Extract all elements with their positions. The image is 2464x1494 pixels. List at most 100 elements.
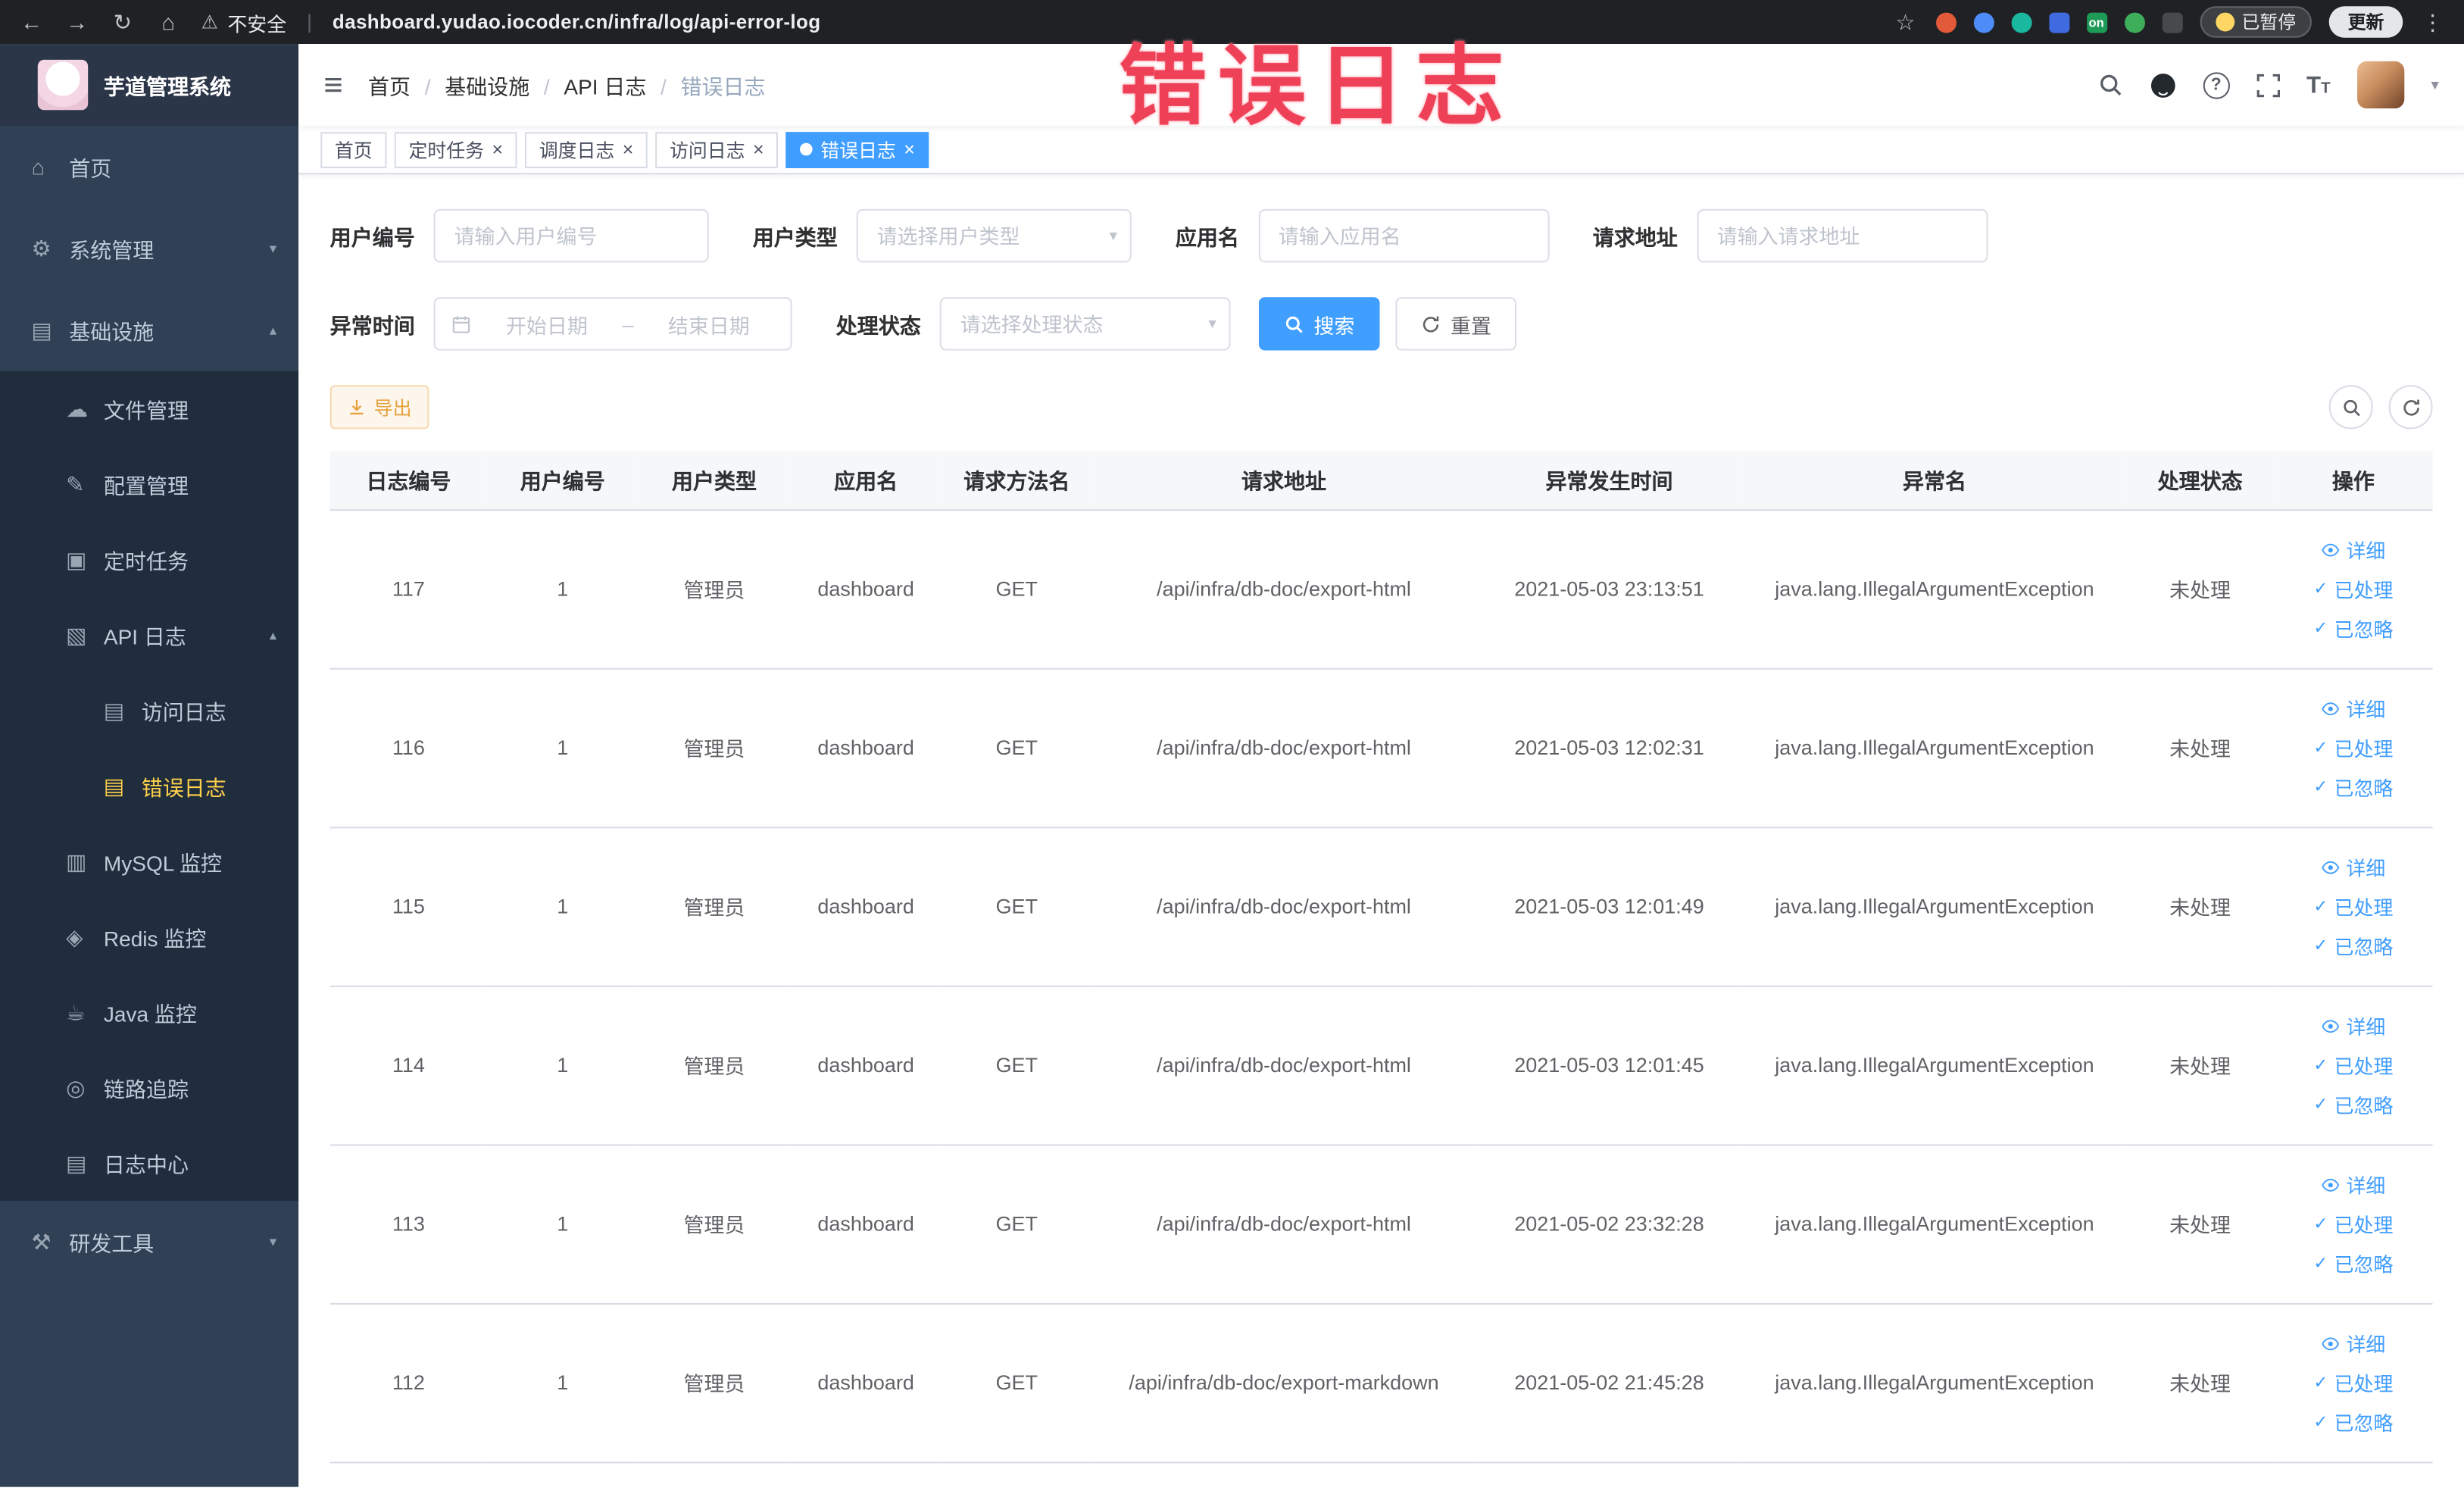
reset-button[interactable]: 重置 bbox=[1395, 297, 1517, 351]
extension-icon[interactable] bbox=[2010, 11, 2031, 33]
sidebar-item-config-manage[interactable]: ✎ 配置管理 bbox=[0, 446, 298, 522]
extension-icon[interactable] bbox=[1972, 11, 1994, 33]
breadcrumb-item[interactable]: 首页 bbox=[368, 69, 411, 100]
sidebar-item-system[interactable]: ⚙ 系统管理 ▾ bbox=[0, 208, 298, 289]
font-size-icon[interactable]: TT bbox=[2306, 73, 2331, 96]
user-id-input[interactable] bbox=[433, 208, 709, 263]
cell-actions: 详细 ✓ 已处理 ✓ 已忽略 bbox=[2274, 827, 2433, 986]
detail-link[interactable]: 详细 bbox=[2280, 530, 2426, 569]
detail-link[interactable]: 详细 bbox=[2280, 689, 2426, 728]
back-icon[interactable]: ← bbox=[19, 9, 44, 34]
extension-on-icon[interactable]: on bbox=[2086, 11, 2107, 33]
tab-access-log[interactable]: 访问日志 × bbox=[655, 131, 779, 167]
processed-link[interactable]: ✓ 已处理 bbox=[2280, 1363, 2426, 1402]
app-logo[interactable]: 芋道管理系统 bbox=[0, 44, 299, 126]
sidebar-item-trace[interactable]: ◎ 链路追踪 bbox=[0, 1050, 298, 1126]
tab-error-log[interactable]: 错误日志 × bbox=[785, 131, 929, 167]
col-method: 请求方法名 bbox=[941, 451, 1092, 511]
sidebar-item-label: Redis 监控 bbox=[103, 927, 207, 952]
app-name-input[interactable] bbox=[1257, 208, 1549, 263]
cell-method: GET bbox=[941, 1302, 1092, 1463]
detail-link[interactable]: 详细 bbox=[2280, 1164, 2426, 1204]
close-icon[interactable]: × bbox=[623, 140, 634, 159]
ignored-link[interactable]: ✓ 已忽略 bbox=[2280, 608, 2426, 648]
sidebar-item-mysql-monitor[interactable]: ▥ MySQL 监控 bbox=[0, 824, 298, 899]
database-icon: ▥ bbox=[66, 848, 87, 874]
avatar-caret-icon[interactable]: ▾ bbox=[2431, 77, 2438, 94]
user-type-select-input[interactable] bbox=[856, 208, 1132, 263]
ignored-link[interactable]: ✓ 已忽略 bbox=[2280, 767, 2426, 806]
processed-link[interactable]: ✓ 已处理 bbox=[2280, 728, 2426, 767]
browser-menu-icon[interactable]: ⋮ bbox=[2420, 8, 2445, 35]
sidebar-item-java-monitor[interactable]: ☕ Java 监控 bbox=[0, 974, 298, 1050]
forward-icon[interactable]: → bbox=[64, 9, 89, 34]
fullscreen-icon[interactable] bbox=[2256, 73, 2280, 97]
cell-request-url: /api/infra/db-doc/export-markdown bbox=[1091, 1302, 1476, 1463]
search-button[interactable]: 搜索 bbox=[1258, 297, 1380, 351]
cell-user-type: 管理员 bbox=[638, 1302, 791, 1463]
ignored-link[interactable]: ✓ 已忽略 bbox=[2280, 1402, 2426, 1442]
close-icon[interactable]: × bbox=[753, 140, 764, 159]
end-date-placeholder: 结束日期 bbox=[667, 313, 750, 338]
extension-icon[interactable] bbox=[2048, 11, 2069, 33]
request-url-input[interactable] bbox=[1696, 208, 1988, 263]
ignored-link[interactable]: ✓ 已忽略 bbox=[2280, 1085, 2426, 1124]
browser-home-icon[interactable]: ⌂ bbox=[155, 9, 180, 34]
check-icon: ✓ bbox=[2313, 619, 2328, 639]
sidebar-item-api-log[interactable]: ▧ API 日志 ▴ bbox=[0, 597, 298, 673]
site-security[interactable]: ⚠ 不安全 bbox=[201, 7, 287, 36]
extension-icon[interactable] bbox=[2161, 11, 2182, 33]
ignored-link[interactable]: ✓ 已忽略 bbox=[2280, 926, 2426, 965]
sidebar-item-error-log[interactable]: ▤ 错误日志 bbox=[0, 749, 298, 824]
close-icon[interactable]: × bbox=[492, 140, 503, 159]
export-button[interactable]: 导出 bbox=[329, 385, 429, 430]
detail-label: 详细 bbox=[2346, 858, 2386, 880]
processed-link[interactable]: ✓ 已处理 bbox=[2280, 569, 2426, 608]
processed-link[interactable]: ✓ 已处理 bbox=[2280, 886, 2426, 926]
sidebar-item-dev-tools[interactable]: ⚒ 研发工具 ▾ bbox=[0, 1201, 298, 1283]
search-icon[interactable] bbox=[2097, 72, 2122, 97]
cell-user-id: 1 bbox=[487, 827, 639, 986]
processed-link[interactable]: ✓ 已处理 bbox=[2280, 1045, 2426, 1085]
detail-link[interactable]: 详细 bbox=[2280, 1324, 2426, 1363]
close-icon[interactable]: × bbox=[904, 140, 915, 159]
sidebar-item-cron-job[interactable]: ▣ 定时任务 bbox=[0, 522, 298, 598]
sidebar-item-access-log[interactable]: ▤ 访问日志 bbox=[0, 673, 298, 749]
github-icon[interactable] bbox=[2150, 71, 2176, 98]
ignored-link[interactable]: ✓ 已忽略 bbox=[2280, 1243, 2426, 1283]
start-date-placeholder: 开始日期 bbox=[505, 313, 588, 338]
date-range-picker[interactable]: 开始日期 – 结束日期 bbox=[433, 297, 792, 351]
extension-icon[interactable] bbox=[1935, 11, 1956, 33]
cell-status: 未处理 bbox=[2126, 1302, 2275, 1463]
sidebar-item-home[interactable]: ⌂ 首页 bbox=[0, 126, 298, 208]
cell-status: 未处理 bbox=[2126, 1144, 2275, 1304]
sidebar-item-redis-monitor[interactable]: ◈ Redis 监控 bbox=[0, 899, 298, 975]
sidebar-item-log-center[interactable]: ▤ 日志中心 bbox=[0, 1125, 298, 1201]
sidebar-item-file-manage[interactable]: ☁ 文件管理 bbox=[0, 371, 298, 447]
collapse-menu-icon[interactable]: ≡ bbox=[323, 68, 342, 102]
help-icon[interactable]: ? bbox=[2203, 71, 2230, 98]
process-status-select-input[interactable] bbox=[939, 297, 1231, 351]
bookmark-star-icon[interactable]: ☆ bbox=[1893, 8, 1918, 35]
avatar[interactable] bbox=[2356, 61, 2405, 109]
detail-link[interactable]: 详细 bbox=[2280, 847, 2426, 886]
breadcrumb-item[interactable]: API 日志 bbox=[529, 69, 646, 100]
check-icon: ✓ bbox=[2313, 1254, 2328, 1274]
refresh-table-button[interactable] bbox=[2388, 385, 2433, 430]
active-dot-icon bbox=[800, 142, 813, 156]
detail-link[interactable]: 详细 bbox=[2280, 1006, 2426, 1045]
tab-schedule-log[interactable]: 调度日志 × bbox=[525, 131, 648, 167]
extension-icon[interactable] bbox=[2123, 11, 2144, 33]
tab-home[interactable]: 首页 bbox=[320, 131, 387, 167]
processed-link[interactable]: ✓ 已处理 bbox=[2280, 1204, 2426, 1243]
toggle-search-button[interactable] bbox=[2328, 385, 2373, 430]
address-bar[interactable]: dashboard.yudao.iocoder.cn/infra/log/api… bbox=[333, 11, 821, 33]
date-separator: – bbox=[622, 311, 634, 336]
paused-extension-badge[interactable]: 已暂停 bbox=[2199, 6, 2312, 38]
reload-icon[interactable]: ↻ bbox=[110, 8, 135, 35]
sidebar-item-infra[interactable]: ▤ 基础设施 ▴ bbox=[0, 289, 298, 371]
tab-cron-job[interactable]: 定时任务 × bbox=[394, 131, 517, 167]
document-icon: ▤ bbox=[66, 1149, 87, 1175]
browser-update-button[interactable]: 更新 bbox=[2328, 6, 2403, 38]
breadcrumb-item[interactable]: 基础设施 bbox=[411, 69, 529, 100]
